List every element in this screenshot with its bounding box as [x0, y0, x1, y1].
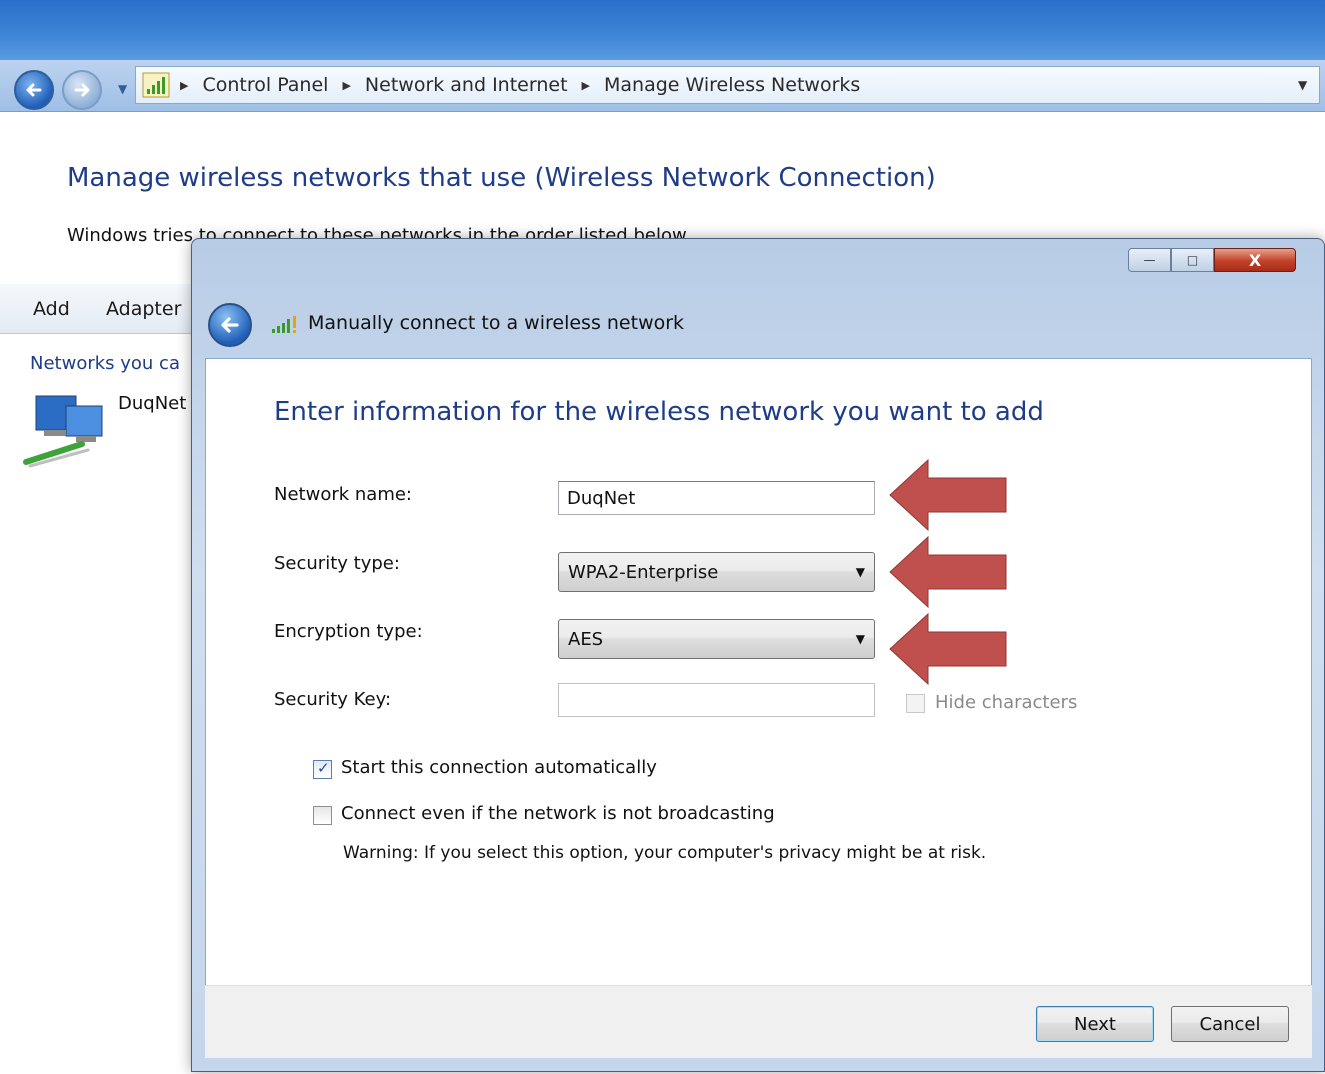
breadcrumb-network-and-internet[interactable]: Network and Internet — [365, 74, 568, 96]
security-key-label: Security Key: — [274, 689, 392, 710]
add-button[interactable]: Add — [33, 298, 70, 320]
annotation-arrow-icon — [889, 458, 1007, 532]
encryption-type-value: AES — [568, 629, 604, 650]
network-signal-icon — [142, 72, 170, 102]
hide-characters-label: Hide characters — [935, 692, 1078, 713]
dialog-back-button[interactable] — [208, 303, 252, 347]
breadcrumb-control-panel[interactable]: Control Panel — [202, 74, 328, 96]
minimize-button[interactable]: — — [1128, 248, 1171, 272]
start-automatically-checkbox[interactable] — [313, 759, 332, 779]
wireless-network-icon — [22, 388, 108, 484]
start-automatically-label[interactable]: Start this connection automatically — [341, 757, 657, 778]
forward-button[interactable] — [62, 70, 102, 110]
network-name-label: Network name: — [274, 484, 412, 505]
recent-pages-dropdown-icon[interactable]: ▼ — [118, 82, 127, 96]
chevron-right-icon[interactable]: ▶ — [582, 79, 590, 92]
chevron-right-icon: ▶ — [180, 78, 189, 92]
explorer-titlebar — [0, 0, 1325, 60]
hide-characters-checkbox[interactable] — [906, 694, 925, 713]
security-type-value: WPA2-Enterprise — [568, 562, 719, 583]
connect-not-broadcasting-checkbox[interactable] — [313, 806, 332, 825]
annotation-arrow-icon — [889, 612, 1007, 686]
dropdown-arrow-icon: ▼ — [855, 565, 865, 579]
network-name-input[interactable] — [558, 481, 875, 515]
dialog-title: Manually connect to a wireless network — [308, 312, 685, 334]
breadcrumb: ▶ Control Panel ▶ Network and Internet ▶… — [180, 72, 860, 98]
breadcrumb-manage-wireless-networks[interactable]: Manage Wireless Networks — [604, 74, 860, 96]
chevron-right-icon[interactable]: ▶ — [342, 79, 350, 92]
maximize-button[interactable]: □ — [1171, 248, 1214, 272]
next-button[interactable]: Next — [1036, 1006, 1154, 1042]
network-list-item-name[interactable]: DuqNet — [118, 393, 186, 414]
close-button[interactable]: X — [1214, 248, 1296, 272]
adapter-properties-button[interactable]: Adapter — [106, 298, 181, 320]
page-title: Manage wireless networks that use (Wirel… — [67, 163, 936, 193]
privacy-warning: Warning: If you select this option, your… — [343, 843, 987, 863]
back-button[interactable] — [14, 70, 54, 110]
dropdown-arrow-icon: ▼ — [855, 632, 865, 646]
security-type-label: Security type: — [274, 553, 400, 574]
dialog-heading: Enter information for the wireless netwo… — [274, 397, 1044, 427]
cancel-button[interactable]: Cancel — [1171, 1006, 1289, 1042]
security-key-input[interactable] — [558, 683, 875, 717]
connect-not-broadcasting-label[interactable]: Connect even if the network is not broad… — [341, 803, 775, 824]
arrow-left-icon — [26, 83, 42, 97]
security-type-select[interactable]: WPA2-Enterprise ▼ — [558, 552, 875, 592]
arrow-right-icon — [74, 83, 90, 97]
arrow-left-icon — [221, 317, 239, 333]
networks-list-label: Networks you ca — [30, 353, 180, 374]
encryption-type-label: Encryption type: — [274, 621, 423, 642]
window-controls: — □ X — [1128, 248, 1296, 272]
address-history-dropdown-icon[interactable]: ▼ — [1298, 78, 1307, 92]
wireless-signal-icon — [270, 313, 300, 339]
encryption-type-select[interactable]: AES ▼ — [558, 619, 875, 659]
annotation-arrow-icon — [889, 535, 1007, 609]
